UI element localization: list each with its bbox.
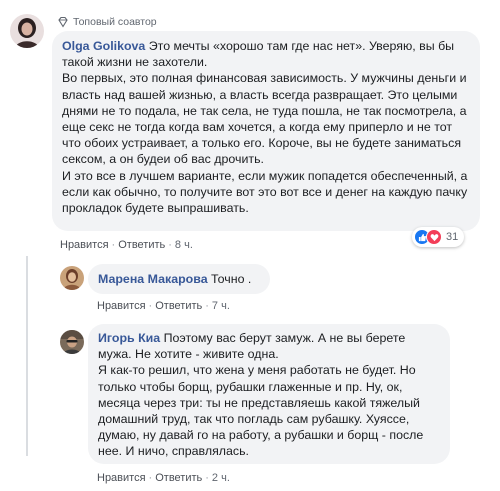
like-link[interactable]: Нравится xyxy=(97,298,146,314)
reply-link[interactable]: Ответить xyxy=(155,470,202,486)
comment-paragraph: Точно . xyxy=(211,272,252,286)
thread-line xyxy=(26,256,28,456)
timestamp[interactable]: 2 ч. xyxy=(212,470,230,486)
comment-actions: Нравится · Ответить · 8 ч. xyxy=(60,237,193,253)
comment-actions: Нравится · Ответить · 2 ч. xyxy=(97,470,230,486)
author-name[interactable]: Игорь Киа xyxy=(98,331,160,345)
reply-link[interactable]: Ответить xyxy=(118,237,165,253)
comment-bubble: Марена Макарова Точно . xyxy=(88,264,270,294)
comment-paragraph: Я как-то решил, что жена у меня работать… xyxy=(98,363,424,459)
avatar[interactable] xyxy=(60,266,84,290)
comment-bubble: Игорь Киа Поэтому вас берут замуж. А не … xyxy=(88,324,450,464)
separator: · xyxy=(205,300,209,312)
comment-text: Olga Golikova Это мечты «хорошо там где … xyxy=(62,38,471,216)
love-reaction-icon xyxy=(426,229,442,245)
reaction-count: 31 xyxy=(446,230,459,243)
separator: · xyxy=(205,472,209,484)
diamond-icon xyxy=(57,16,69,28)
comment-actions: Нравится · Ответить · 7 ч. xyxy=(97,298,230,314)
comment-text: Игорь Киа Поэтому вас берут замуж. А не … xyxy=(98,330,440,460)
reply-link[interactable]: Ответить xyxy=(155,298,202,314)
comment-paragraph: Во первых, это полная финансовая зависим… xyxy=(62,71,467,167)
badge-label: Топовый соавтор xyxy=(73,16,157,28)
like-link[interactable]: Нравится xyxy=(97,470,146,486)
author-name[interactable]: Olga Golikova xyxy=(62,39,145,53)
avatar[interactable] xyxy=(60,330,84,354)
timestamp[interactable]: 7 ч. xyxy=(212,298,230,314)
top-contributor-badge: Топовый соавтор xyxy=(57,14,157,30)
separator: · xyxy=(111,239,116,251)
like-link[interactable]: Нравится xyxy=(60,237,109,253)
avatar[interactable] xyxy=(10,14,44,48)
comment-paragraph: И это все в лучшем варианте, если мужик … xyxy=(62,168,468,216)
comment-text: Марена Макарова Точно . xyxy=(98,271,260,287)
separator: · xyxy=(168,239,172,251)
author-name[interactable]: Марена Макарова xyxy=(98,272,208,286)
separator: · xyxy=(148,472,153,484)
separator: · xyxy=(148,300,153,312)
timestamp[interactable]: 8 ч. xyxy=(175,237,193,253)
reactions-summary[interactable]: 31 xyxy=(412,227,465,247)
comment-bubble: Olga Golikova Это мечты «хорошо там где … xyxy=(52,31,480,231)
